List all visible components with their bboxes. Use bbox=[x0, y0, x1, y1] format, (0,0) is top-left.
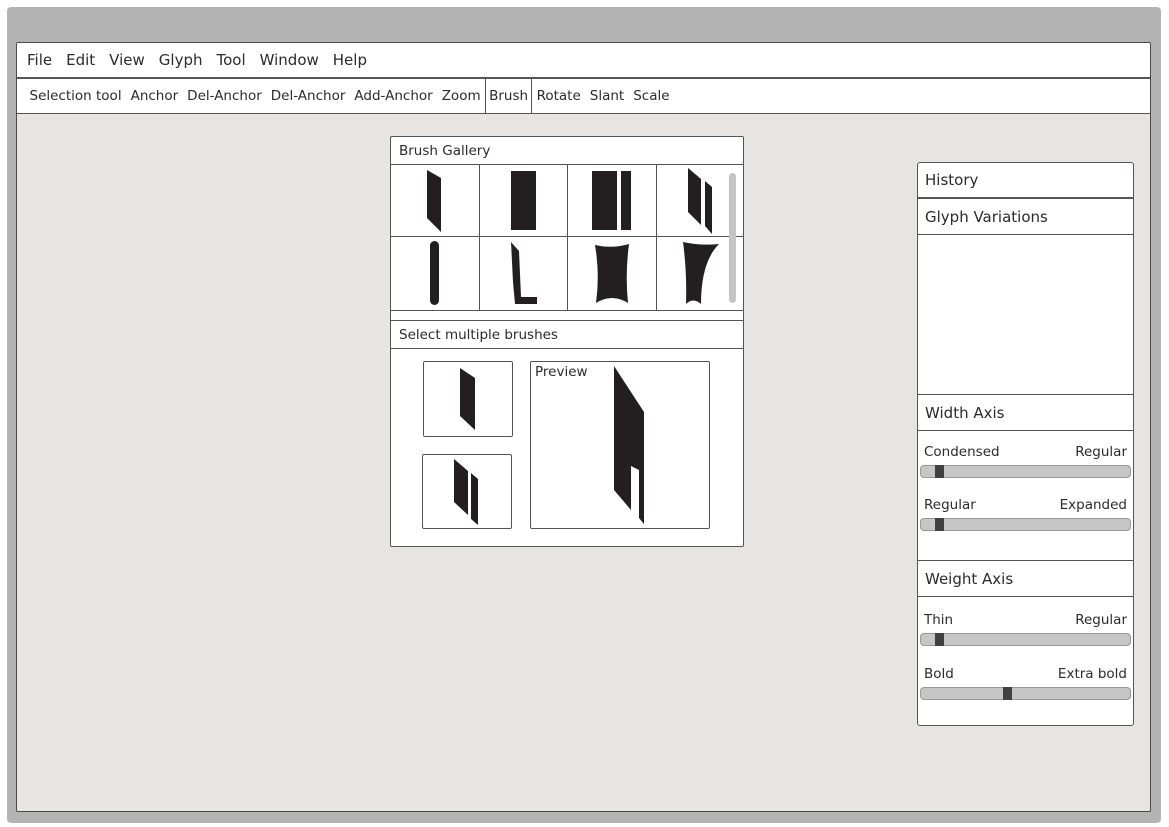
brush-cell-5[interactable] bbox=[391, 237, 480, 311]
preview-label: Preview bbox=[535, 364, 588, 380]
slider-max-label: Extra bold bbox=[1057, 666, 1127, 682]
double-slanted-brush-icon bbox=[454, 458, 478, 525]
slider-max-label: Expanded bbox=[1059, 497, 1127, 513]
brush-cell-3[interactable] bbox=[568, 165, 657, 237]
concave-rectangle-brush-icon bbox=[595, 243, 629, 303]
double-slanted-brush-icon bbox=[687, 167, 712, 234]
brush-cell-2[interactable] bbox=[480, 165, 568, 237]
menu-glyph[interactable]: Glyph bbox=[159, 51, 203, 69]
weight-slider-1: Thin Regular bbox=[920, 611, 1131, 646]
glyph-variations-header[interactable]: Glyph Variations bbox=[918, 199, 1133, 235]
tool-anchor[interactable]: Anchor bbox=[126, 79, 183, 113]
brush-gallery-panel: Brush Gallery Select multiple brushes Pr… bbox=[390, 136, 744, 547]
tool-add-anchor[interactable]: Add-Anchor bbox=[350, 79, 437, 113]
width-axis-header: Width Axis bbox=[918, 395, 1133, 431]
bold-extrabold-slider[interactable] bbox=[920, 687, 1131, 700]
slider-thumb[interactable] bbox=[935, 465, 944, 478]
width-slider-2: Regular Expanded bbox=[920, 496, 1131, 531]
slider-min-label: Regular bbox=[924, 497, 976, 513]
menu-view[interactable]: View bbox=[109, 51, 145, 69]
slider-thumb[interactable] bbox=[935, 518, 944, 531]
weight-axis-header: Weight Axis bbox=[918, 561, 1133, 597]
slanted-parallelogram-brush-icon bbox=[460, 368, 475, 430]
brush-preview: Preview bbox=[530, 361, 710, 529]
slider-thumb[interactable] bbox=[1003, 687, 1012, 700]
menu-file[interactable]: File bbox=[27, 51, 52, 69]
tool-selection[interactable]: Selection tool bbox=[25, 79, 126, 113]
tool-rotate[interactable]: Rotate bbox=[532, 79, 585, 113]
weight-slider-2: Bold Extra bold bbox=[920, 665, 1131, 700]
menu-help[interactable]: Help bbox=[333, 51, 367, 69]
width-slider-1: Condensed Regular bbox=[920, 443, 1131, 478]
glyph-variations-area bbox=[918, 235, 1133, 395]
l-shape-brush-icon bbox=[510, 241, 537, 304]
width-axis-section: Condensed Regular Regular Expanded bbox=[918, 431, 1133, 561]
slider-min-label: Condensed bbox=[924, 444, 1000, 460]
menu-edit[interactable]: Edit bbox=[66, 51, 95, 69]
menu-bar: File Edit View Glyph Tool Window Help bbox=[17, 43, 1150, 79]
slider-min-label: Bold bbox=[924, 666, 954, 682]
tapered-concave-brush-icon bbox=[682, 241, 719, 304]
brush-grid bbox=[391, 165, 744, 312]
regular-expanded-slider[interactable] bbox=[920, 518, 1131, 531]
selected-brush-2[interactable] bbox=[422, 454, 512, 529]
slanted-parallelogram-brush-icon bbox=[427, 169, 441, 232]
brush-cell-7[interactable] bbox=[568, 237, 657, 311]
menu-tool[interactable]: Tool bbox=[216, 51, 245, 69]
rectangle-brush-icon bbox=[510, 170, 536, 230]
tool-slant[interactable]: Slant bbox=[585, 79, 628, 113]
brush-preview-stroke-icon bbox=[614, 366, 644, 524]
menu-window[interactable]: Window bbox=[260, 51, 319, 69]
rounded-stroke-brush-icon bbox=[430, 240, 439, 305]
slider-max-label: Regular bbox=[1075, 612, 1127, 628]
slider-min-label: Thin bbox=[924, 612, 954, 628]
tool-scale[interactable]: Scale bbox=[629, 79, 674, 113]
tool-zoom[interactable]: Zoom bbox=[437, 79, 485, 113]
brush-gallery-scrollbar[interactable] bbox=[729, 173, 736, 303]
tool-brush[interactable]: Brush bbox=[485, 79, 533, 113]
history-tab[interactable]: History bbox=[918, 163, 1133, 199]
double-rectangle-brush-icon bbox=[592, 170, 631, 230]
selected-brush-1[interactable] bbox=[423, 361, 513, 437]
brush-cell-1[interactable] bbox=[391, 165, 480, 237]
select-multiple-brushes-label: Select multiple brushes bbox=[391, 321, 743, 349]
tool-del-anchor-2[interactable]: Del-Anchor bbox=[266, 79, 350, 113]
brush-gallery-title: Brush Gallery bbox=[391, 137, 743, 165]
tool-bar: Selection tool Anchor Del-Anchor Del-Anc… bbox=[17, 79, 1150, 114]
slider-thumb[interactable] bbox=[935, 633, 944, 646]
right-panel: History Glyph Variations Width Axis Cond… bbox=[917, 162, 1134, 726]
slider-max-label: Regular bbox=[1075, 444, 1127, 460]
weight-axis-section: Thin Regular Bold Extra bold bbox=[918, 597, 1133, 727]
app-window: File Edit View Glyph Tool Window Help Se… bbox=[16, 42, 1151, 812]
brush-cell-6[interactable] bbox=[480, 237, 568, 311]
tool-del-anchor[interactable]: Del-Anchor bbox=[183, 79, 267, 113]
condensed-regular-slider[interactable] bbox=[920, 465, 1131, 478]
thin-regular-slider[interactable] bbox=[920, 633, 1131, 646]
